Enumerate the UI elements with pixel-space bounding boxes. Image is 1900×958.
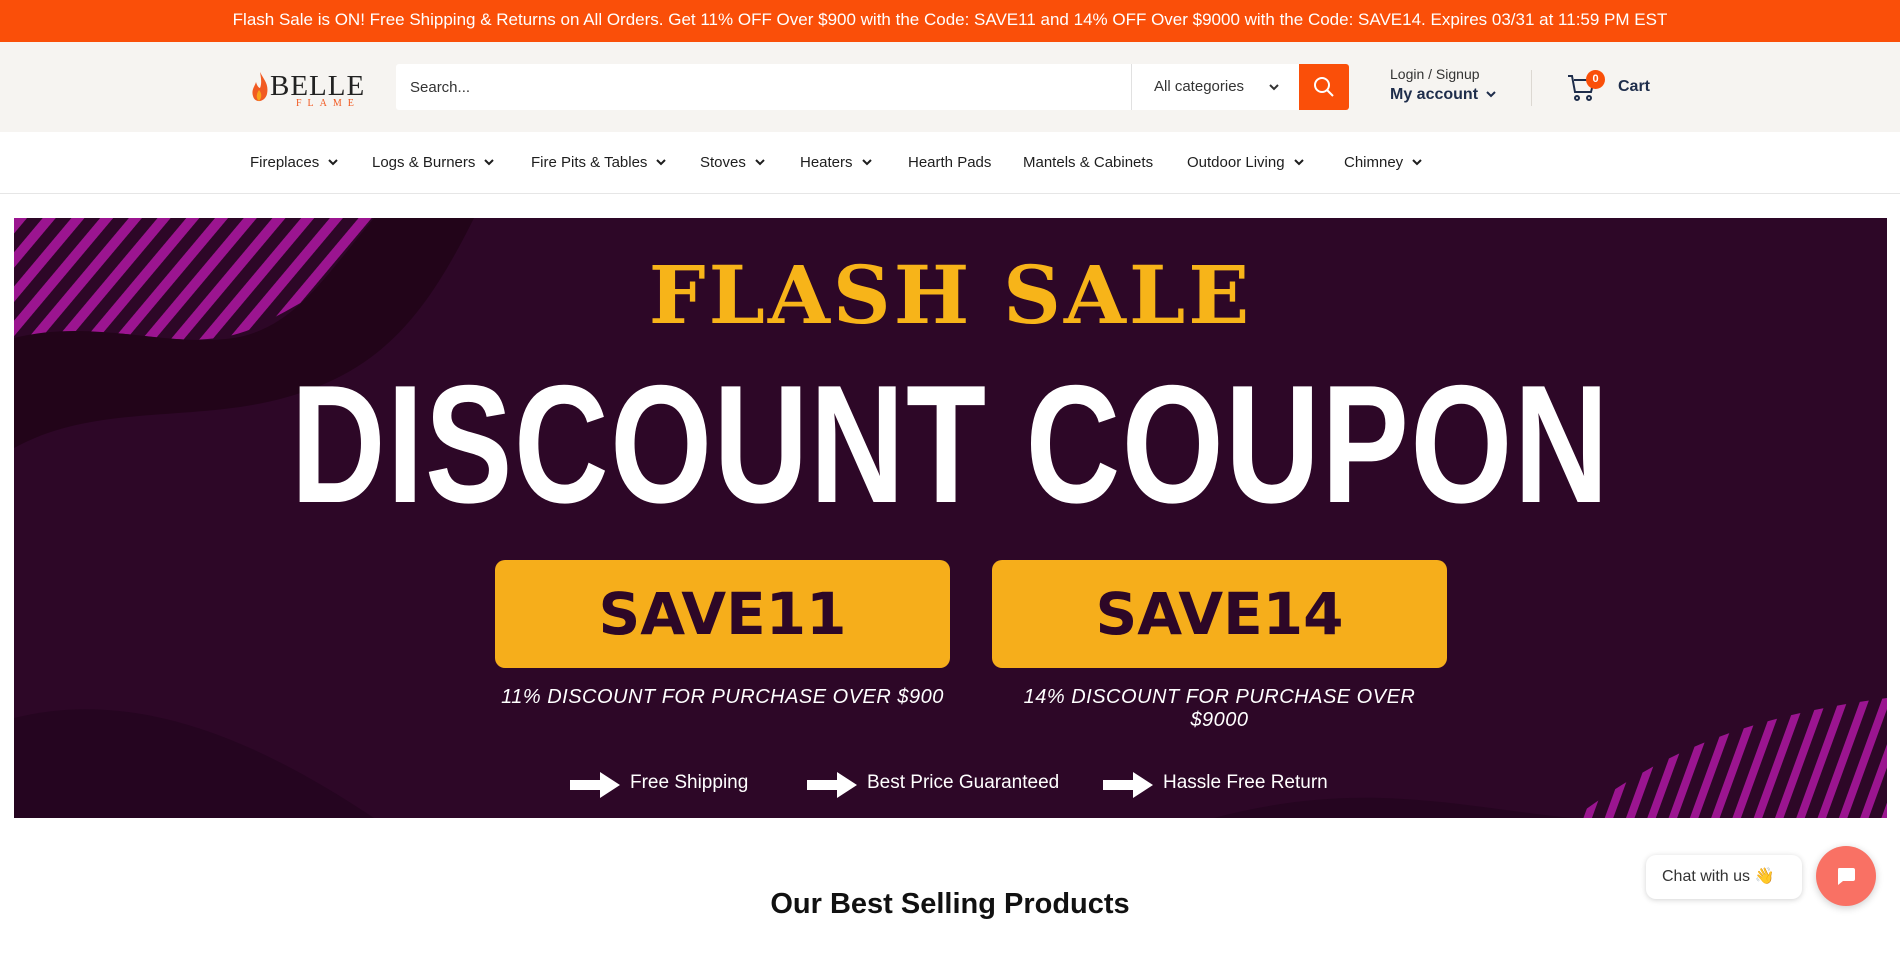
search-button[interactable] (1299, 64, 1349, 110)
category-select[interactable]: All categories (1132, 64, 1302, 110)
feature-label: Hassle Free Return (1163, 772, 1328, 793)
nav-item-outdoor-living[interactable]: Outdoor Living (1187, 132, 1305, 194)
hero-banner[interactable]: FLASH SALE DISCOUNT COUPON SAVE11 SAVE14… (14, 218, 1887, 818)
chat-icon (1838, 868, 1855, 885)
nav-item-label: Chimney (1344, 154, 1404, 171)
feature-free-shipping: Free Shipping (570, 770, 770, 800)
arrow-right-icon (570, 772, 620, 798)
cart-label: Cart (1618, 78, 1651, 95)
nav-item-label: Mantels & Cabinets (1023, 154, 1154, 171)
category-select-value: All categories (1154, 78, 1245, 95)
nav-item-stoves[interactable]: Stoves (700, 132, 766, 194)
coupon-description: 14% DISCOUNT FOR PURCHASE OVER $9000 (1023, 686, 1416, 731)
arrow-right-icon (807, 772, 857, 798)
feature-hassle-free-return: Hassle Free Return (1103, 770, 1343, 800)
nav-item-heaters[interactable]: Heaters (800, 132, 873, 194)
coupon-code-save11: SAVE11 (495, 560, 950, 668)
search-input[interactable] (396, 64, 1131, 110)
nav-item-label: Heaters (800, 154, 853, 171)
announcement-bar[interactable]: Flash Sale is ON! Free Shipping & Return… (0, 0, 1900, 42)
site-header: BELLE FLAME All categories Login / Signu… (0, 42, 1900, 132)
nav-item-fire-pits-tables[interactable]: Fire Pits & Tables (531, 132, 667, 194)
my-account-label[interactable]: My account (1390, 86, 1478, 104)
nav-item-chimney[interactable]: Chimney (1344, 132, 1423, 194)
feature-label: Free Shipping (630, 772, 749, 793)
announcement-text: Flash Sale is ON! Free Shipping & Return… (232, 10, 1668, 29)
feature-label: Best Price Guaranteed (867, 772, 1060, 793)
chevron-down-icon (328, 159, 338, 166)
account-menu[interactable]: Login / Signup My account (1390, 66, 1520, 110)
flame-logo-icon (252, 72, 268, 102)
chevron-down-icon (755, 159, 765, 166)
feature-best-price: Best Price Guaranteed (807, 770, 1067, 800)
chevron-down-icon (861, 159, 872, 166)
nav-item-hearth-pads[interactable]: Hearth Pads (908, 132, 991, 194)
section-title: Our Best Selling Products (770, 888, 1130, 920)
search-bar: All categories (396, 64, 1349, 110)
chevron-down-icon (1486, 91, 1496, 98)
logo[interactable]: BELLE FLAME (250, 68, 364, 110)
chevron-down-icon (656, 159, 667, 166)
chevron-down-icon (484, 159, 495, 166)
nav-item-logs-burners[interactable]: Logs & Burners (372, 132, 495, 194)
search-icon (1314, 77, 1334, 97)
nav-item-label: Fireplaces (250, 154, 320, 171)
cart-count-badge: 0 (1586, 70, 1605, 89)
chat-button[interactable] (1816, 846, 1876, 906)
nav-item-label: Hearth Pads (908, 154, 992, 171)
nav-item-label: Logs & Burners (372, 154, 476, 171)
nav-item-label: Outdoor Living (1187, 154, 1285, 171)
nav-item-fireplaces[interactable]: Fireplaces (250, 132, 339, 194)
chat-prompt-label: Chat with us 👋 (1662, 868, 1775, 885)
chevron-down-icon (1412, 159, 1422, 166)
header-divider (1531, 70, 1532, 106)
chevron-down-icon (1293, 159, 1304, 166)
discount-coupon-title: DISCOUNT COUPON (290, 350, 1611, 538)
nav-item-mantels-cabinets[interactable]: Mantels & Cabinets (1023, 132, 1153, 194)
arrow-right-icon (1103, 772, 1153, 798)
nav-item-label: Stoves (700, 154, 746, 171)
chat-prompt[interactable]: Chat with us 👋 (1646, 855, 1802, 899)
logo-subword: FLAME (296, 98, 360, 109)
main-nav: Fireplaces Logs & Burners Fire Pits & Ta… (0, 132, 1900, 194)
flash-sale-title: FLASH SALE (648, 248, 1253, 342)
cart-button[interactable]: 0 Cart (1566, 70, 1656, 106)
nav-item-label: Fire Pits & Tables (531, 154, 648, 171)
coupon-code-save14: SAVE14 (992, 560, 1447, 668)
chevron-down-icon (1269, 84, 1279, 91)
coupon-description: 11% DISCOUNT FOR PURCHASE OVER $900 (501, 686, 944, 708)
login-signup-link[interactable]: Login / Signup (1390, 66, 1480, 82)
